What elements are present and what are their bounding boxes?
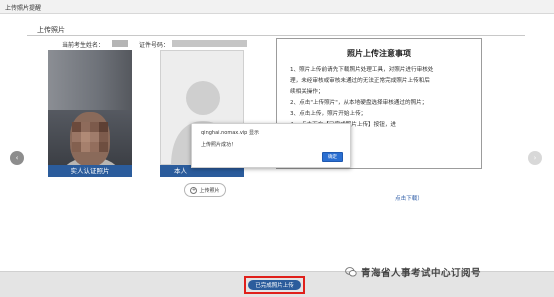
notice-line: 1、照片上传前请先下载照片处理工具，对照片进行审核处 xyxy=(290,67,434,73)
notice-line: 理，未经审核或审核未通过的无法正常完成照片上传和后 xyxy=(290,78,430,84)
candidate-name-label: 当前考生姓名： xyxy=(62,42,105,49)
candidate-name-redacted xyxy=(112,40,128,47)
section-divider xyxy=(27,35,525,36)
watermark-text: 青海省人事考试中心订阅号 xyxy=(361,268,482,279)
section-title: 上传照片 xyxy=(37,26,65,34)
dialog-title: qinghai.nomax.vip 显示 xyxy=(201,130,259,136)
face-mosaic xyxy=(72,122,108,152)
download-tool-link[interactable]: 点击下载） xyxy=(395,194,423,202)
notice-body: 1、照片上传前请先下载照片处理工具，对照片进行审核处 理，未经审核或审核未通过的… xyxy=(290,65,474,131)
notice-title: 照片上传注意事项 xyxy=(347,49,411,58)
candidate-id-label: 证件号码： xyxy=(139,42,170,49)
complete-upload-button[interactable]: 已完成照片上传 xyxy=(248,280,301,290)
photo-wall xyxy=(48,50,132,110)
notice-line: 2、点击"上传照片"，从本地硬盘选择审核通过的照片； xyxy=(290,100,428,106)
real-photo-caption: 实人认证照片 xyxy=(48,165,132,177)
notice-line: 3、点击上传，照片开始上传； xyxy=(290,111,367,117)
dialog-message: 上传照片成功！ xyxy=(201,142,237,148)
dialog-ok-button[interactable]: 确定 xyxy=(322,152,343,162)
complete-button-highlight: 已完成照片上传 xyxy=(244,276,305,294)
wechat-icon xyxy=(345,267,357,277)
real-person-photo xyxy=(48,50,132,165)
candidate-id-redacted xyxy=(172,40,247,47)
notice-line: 续相关操作； xyxy=(290,89,324,95)
page: 上传照片提醒 上传照片 当前考生姓名： 证件号码： 实人认证照片 本人 + 上传… xyxy=(0,0,554,297)
window-title: 上传照片提醒 xyxy=(5,5,42,12)
chevron-right-icon[interactable]: › xyxy=(528,151,542,165)
watermark: 青海省人事考试中心订阅号 xyxy=(345,265,481,279)
window-titlebar: 上传照片提醒 xyxy=(0,0,554,14)
plus-icon: + xyxy=(190,186,198,194)
upload-photo-label: 上传照片 xyxy=(199,187,220,194)
alert-dialog: qinghai.nomax.vip 显示 上传照片成功！ 确定 xyxy=(191,123,351,168)
chevron-left-icon[interactable]: ‹ xyxy=(10,151,24,165)
upload-photo-button[interactable]: + 上传照片 xyxy=(184,183,226,197)
